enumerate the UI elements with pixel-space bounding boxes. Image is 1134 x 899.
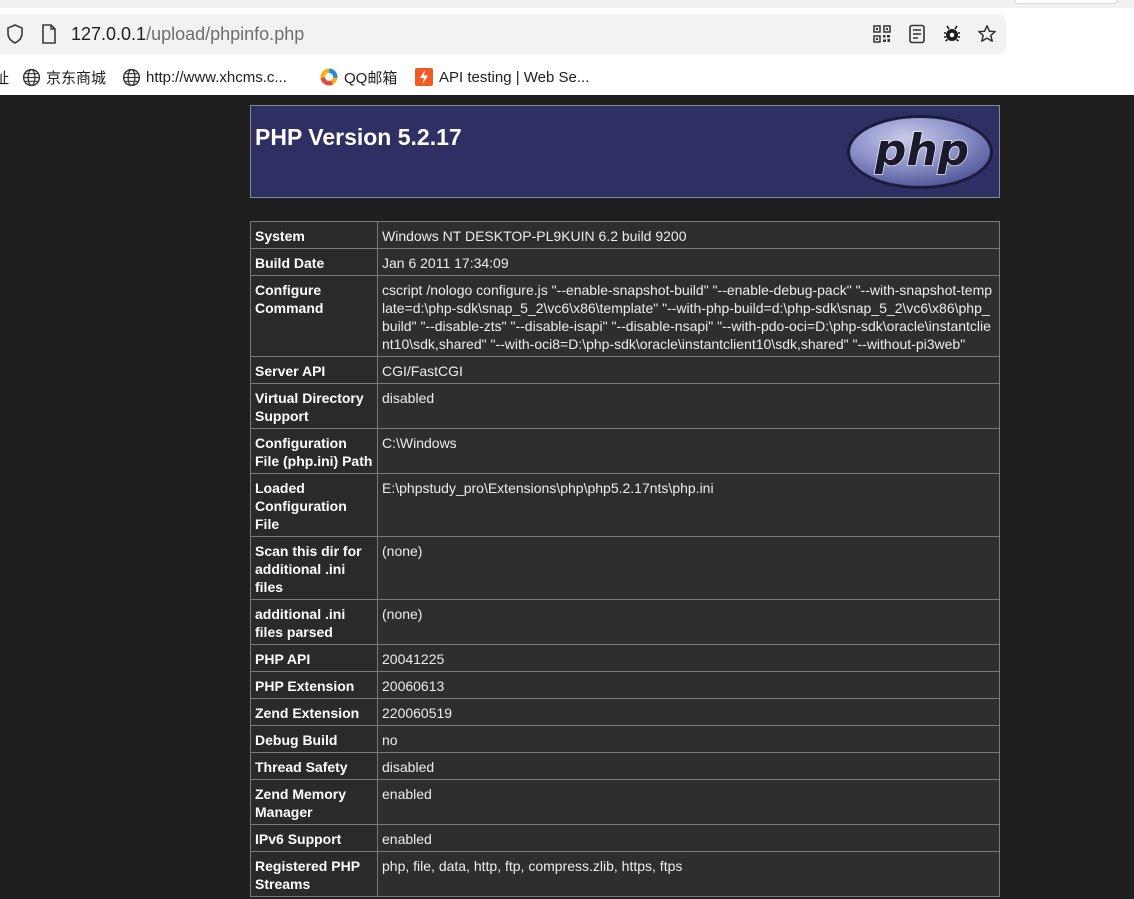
- table-row: Scan this dir for additional .ini files(…: [250, 536, 1000, 600]
- qq-mail-icon: [319, 67, 339, 87]
- row-key: PHP API: [250, 644, 378, 672]
- bookmark-label: QQ邮箱: [344, 69, 398, 87]
- row-value: no: [377, 725, 1000, 753]
- row-key: Configuration File (php.ini) Path: [250, 428, 378, 474]
- row-value: disabled: [377, 752, 1000, 780]
- row-key: Scan this dir for additional .ini files: [250, 536, 378, 600]
- url-path: /upload/phpinfo.php: [146, 24, 305, 44]
- bookmarks-bar: 址 京东商城 http://www.xhcms.c... QQ邮箱 API te…: [0, 62, 1134, 92]
- bookmark-api-testing[interactable]: API testing | Web Se...: [414, 65, 589, 89]
- phpinfo-page: PHP Version 5.2.17 php System Windows NT …: [0, 95, 1134, 899]
- table-row: PHP API 20041225: [250, 644, 1000, 672]
- row-value: php, file, data, http, ftp, compress.zli…: [377, 851, 1000, 897]
- row-key: PHP Extension: [250, 671, 378, 699]
- table-row: IPv6 Support enabled: [250, 824, 1000, 852]
- table-row: Registered PHP Streams php, file, data, h…: [250, 851, 1000, 897]
- php-logo[interactable]: php: [845, 113, 995, 191]
- row-value: disabled: [377, 383, 1000, 429]
- api-testing-icon: [414, 67, 434, 87]
- bookmark-label: 京东商城: [46, 69, 107, 87]
- row-key: Zend Extension: [250, 698, 378, 726]
- globe-icon: [21, 67, 41, 87]
- row-value: cscript /nologo configure.js "--enable-s…: [377, 275, 1000, 357]
- row-value: enabled: [377, 779, 1000, 825]
- row-key: Build Date: [250, 248, 378, 276]
- row-key: Zend Memory Manager: [250, 779, 378, 825]
- table-row: Server API CGI/FastCGI: [250, 356, 1000, 384]
- row-value: enabled: [377, 824, 1000, 852]
- row-value: Jan 6 2011 17:34:09: [377, 248, 1000, 276]
- tab-strip: [0, 0, 1134, 8]
- row-key: additional .ini files parsed: [250, 599, 378, 645]
- reader-mode-icon[interactable]: [906, 23, 928, 45]
- row-value: 20041225: [377, 644, 1000, 672]
- table-row: Configure Command cscript /nologo configu…: [250, 275, 1000, 357]
- bookmark-partial[interactable]: 址: [0, 65, 9, 89]
- table-row: Virtual Directory Support disabled: [250, 383, 1000, 429]
- address-bar[interactable]: 127.0.0.1/upload/phpinfo.php: [0, 14, 1006, 54]
- php-version-header: PHP Version 5.2.17 php: [250, 105, 1000, 198]
- row-key: System: [250, 221, 378, 249]
- tab[interactable]: [1014, 0, 1118, 4]
- row-key: Thread Safety: [250, 752, 378, 780]
- table-row: Build Date Jan 6 2011 17:34:09: [250, 248, 1000, 276]
- row-value: 20060613: [377, 671, 1000, 699]
- url-host: 127.0.0.1: [71, 24, 147, 44]
- row-value: 220060519: [377, 698, 1000, 726]
- favorite-star-icon[interactable]: [976, 23, 998, 45]
- row-value: (none): [377, 536, 1000, 600]
- row-value: E:\phpstudy_pro\Extensions\php\php5.2.17…: [377, 473, 1000, 537]
- shield-icon[interactable]: [4, 23, 26, 45]
- table-row: Zend Memory Manager enabled: [250, 779, 1000, 825]
- page-title: PHP Version 5.2.17: [255, 124, 462, 150]
- table-row: Thread Safety disabled: [250, 752, 1000, 780]
- row-key: Loaded Configuration File: [250, 473, 378, 537]
- table-row: System Windows NT DESKTOP-PL9KUIN 6.2 bui…: [250, 221, 1000, 249]
- bookmark-qq-mail[interactable]: QQ邮箱: [319, 65, 397, 89]
- url-text[interactable]: 127.0.0.1/upload/phpinfo.php: [71, 23, 304, 45]
- bookmark-xhcms[interactable]: http://www.xhcms.c...: [121, 65, 287, 89]
- table-row: PHP Extension 20060613: [250, 671, 1000, 699]
- table-row: Zend Extension 220060519: [250, 698, 1000, 726]
- row-value: Windows NT DESKTOP-PL9KUIN 6.2 build 920…: [377, 221, 1000, 249]
- table-row: Debug Build no: [250, 725, 1000, 753]
- browser-chrome: 127.0.0.1/upload/phpinfo.php 址 京东商城 http…: [0, 0, 1134, 95]
- row-key: IPv6 Support: [250, 824, 378, 852]
- page-info-icon[interactable]: [38, 23, 60, 45]
- bug-extension-icon[interactable]: [941, 23, 963, 45]
- row-key: Configure Command: [250, 275, 378, 357]
- bookmark-label: http://www.xhcms.c...: [146, 68, 287, 86]
- row-value: CGI/FastCGI: [377, 356, 1000, 384]
- row-key: Virtual Directory Support: [250, 383, 378, 429]
- row-value: C:\Windows: [377, 428, 1000, 474]
- table-row: additional .ini files parsed (none): [250, 599, 1000, 645]
- qr-code-icon[interactable]: [871, 23, 893, 45]
- table-row: Loaded Configuration File E:\phpstudy_pro…: [250, 473, 1000, 537]
- bookmark-label: API testing | Web Se...: [439, 68, 590, 86]
- phpinfo-table: System Windows NT DESKTOP-PL9KUIN 6.2 bui…: [250, 221, 1000, 897]
- row-key: Server API: [250, 356, 378, 384]
- globe-icon: [121, 67, 141, 87]
- row-key: Debug Build: [250, 725, 378, 753]
- row-value: (none): [377, 599, 1000, 645]
- bookmark-jd[interactable]: 京东商城: [21, 65, 106, 89]
- table-row: Configuration File (php.ini) Path C:\Wind…: [250, 428, 1000, 474]
- logo-text: php: [874, 125, 969, 176]
- row-key: Registered PHP Streams: [250, 851, 378, 897]
